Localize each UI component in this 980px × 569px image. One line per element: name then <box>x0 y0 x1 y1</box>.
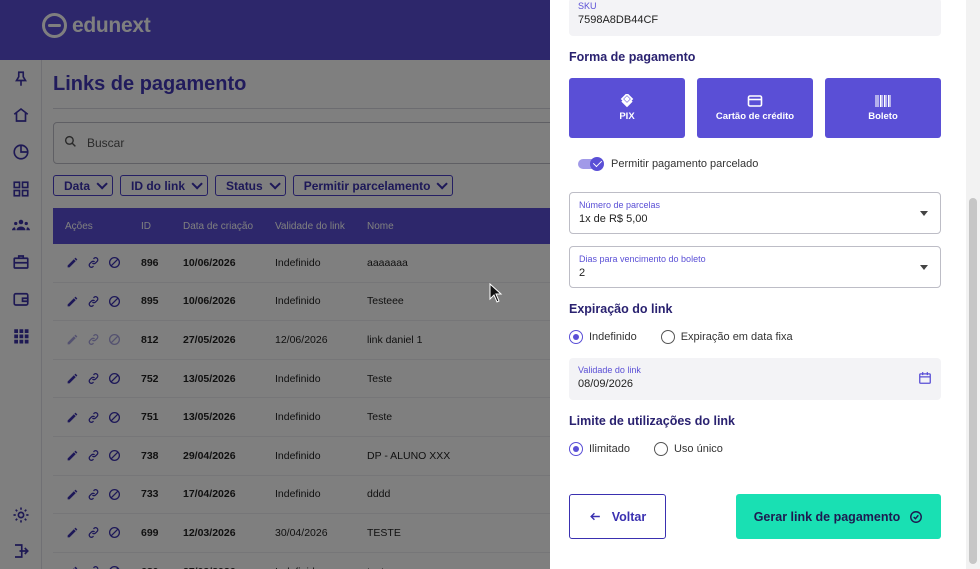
radio-label[interactable]: Indefinido <box>589 331 637 343</box>
installments-select[interactable]: Número de parcelas 1x de R$ 5,00 <box>569 192 941 234</box>
calendar-icon[interactable] <box>918 371 932 385</box>
back-button[interactable]: Voltar <box>569 494 666 539</box>
radio-uso-unico[interactable] <box>653 442 668 456</box>
credit-card-label: Cartão de crédito <box>715 111 795 122</box>
boleto-days-value: 2 <box>579 267 586 279</box>
validity-date-field[interactable]: Validade do link 08/09/2026 <box>569 358 941 400</box>
radio-label[interactable]: Uso único <box>674 443 723 455</box>
boleto-days-select[interactable]: Dias para vencimento do boleto 2 <box>569 246 941 288</box>
validity-label: Validade do link <box>578 365 641 375</box>
boleto-button[interactable]: Boleto <box>825 78 941 138</box>
mouse-cursor-icon <box>489 283 503 303</box>
installment-toggle-label: Permitir pagamento parcelado <box>611 158 759 170</box>
scrollbar-thumb[interactable] <box>969 198 977 564</box>
installments-value: 1x de R$ 5,00 <box>579 213 648 225</box>
pix-icon <box>620 94 634 108</box>
radio-indefinido[interactable] <box>569 330 583 344</box>
boleto-label: Boleto <box>868 111 898 122</box>
back-label: Voltar <box>611 509 647 524</box>
installment-toggle[interactable] <box>578 157 604 171</box>
barcode-icon <box>875 95 891 107</box>
arrow-left-icon <box>589 512 600 521</box>
sku-label: SKU <box>578 1 597 11</box>
generate-label: Gerar link de pagamento <box>753 509 901 524</box>
pix-label: PIX <box>619 111 635 122</box>
radio-data-fixa[interactable] <box>660 330 675 344</box>
expiration-section-title: Expiração do link <box>569 302 673 316</box>
dropdown-caret-icon <box>920 211 928 216</box>
payment-link-drawer: SKU 7598A8DB44CF Forma de pagamento PIX … <box>550 0 980 569</box>
credit-card-button[interactable]: Cartão de crédito <box>697 78 813 138</box>
pix-button[interactable]: PIX <box>569 78 685 138</box>
limit-section-title: Limite de utilizações do link <box>569 414 736 428</box>
modal-backdrop[interactable] <box>0 0 550 569</box>
generate-link-button[interactable]: Gerar link de pagamento <box>736 494 941 539</box>
credit-card-icon <box>747 95 763 107</box>
radio-label[interactable]: Ilimitado <box>589 443 630 455</box>
payment-section-title: Forma de pagamento <box>569 50 696 64</box>
limit-radio-group: Ilimitado Uso único <box>569 442 723 456</box>
validity-value: 08/09/2026 <box>578 378 634 390</box>
check-icon <box>590 157 604 171</box>
installments-label: Número de parcelas <box>579 200 661 210</box>
sku-field: SKU 7598A8DB44CF <box>569 0 941 36</box>
sku-value: 7598A8DB44CF <box>578 14 659 26</box>
check-circle-icon <box>910 510 923 523</box>
boleto-days-label: Dias para vencimento do boleto <box>579 254 706 264</box>
radio-ilimitado[interactable] <box>569 442 583 456</box>
drawer-scrollbar[interactable] <box>966 0 980 569</box>
radio-label[interactable]: Expiração em data fixa <box>681 331 793 343</box>
expiration-radio-group: Indefinido Expiração em data fixa <box>569 330 793 344</box>
dropdown-caret-icon <box>920 265 928 270</box>
